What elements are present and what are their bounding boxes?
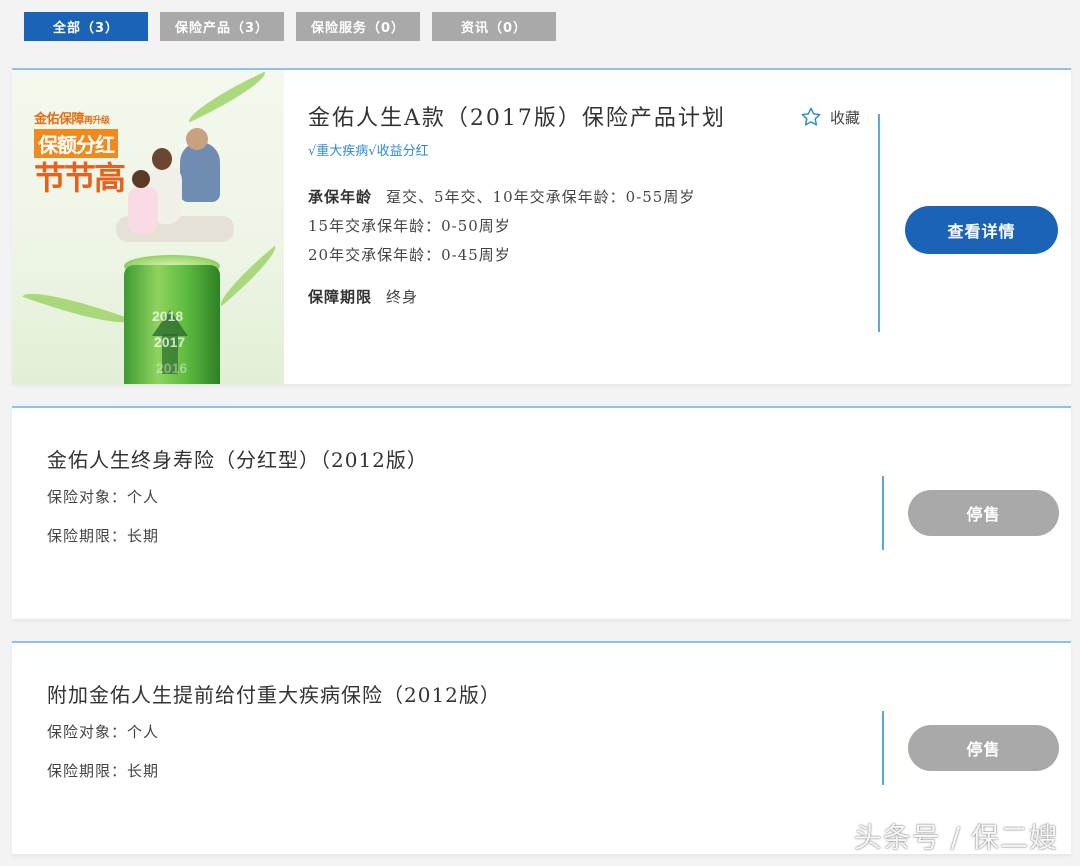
child-head: [132, 170, 150, 188]
discontinued-button[interactable]: 停售: [908, 490, 1059, 536]
father-head: [186, 128, 208, 150]
age-row: 承保年龄 趸交、5年交、10年交承保年龄：0-55周岁: [308, 186, 695, 207]
age-value-2: 15年交承保年龄：0-50周岁: [308, 217, 511, 235]
age-value-1: 趸交、5年交、10年交承保年龄：0-55周岁: [386, 188, 696, 206]
year-label: 2016: [156, 360, 188, 376]
insured-target: 保险对象：个人: [47, 488, 160, 506]
year-label: 2017: [154, 334, 186, 350]
term-value: 终身: [386, 288, 419, 306]
bamboo-leaf-icon: [183, 71, 271, 123]
term-label: 保障期限: [308, 288, 373, 306]
favorite-button[interactable]: 收藏: [800, 106, 860, 128]
product-promo-image[interactable]: 2018 2017 2016 金佑保障再升级 保额分红 节节高: [12, 70, 284, 384]
star-icon: [801, 107, 821, 126]
insured-target: 保险对象：个人: [47, 723, 160, 741]
product-tags: √重大疾病√收益分红: [308, 144, 429, 159]
tab-insurance-services[interactable]: 保险服务（0）: [296, 12, 420, 41]
mother-head: [152, 148, 172, 170]
divider: [878, 114, 880, 332]
discontinued-button[interactable]: 停售: [908, 725, 1059, 771]
insurance-term: 保险期限：长期: [47, 527, 160, 545]
view-details-button[interactable]: 查看详情: [905, 206, 1058, 254]
year-label: 2018: [152, 308, 184, 324]
age-label: 承保年龄: [308, 188, 373, 206]
bamboo-leaf-icon: [213, 245, 283, 307]
divider: [882, 476, 884, 550]
product-card-1: 2018 2017 2016 金佑保障再升级 保额分红 节节高 金佑人生A款（2…: [12, 68, 1071, 384]
age-value-3: 20年交承保年龄：0-45周岁: [308, 246, 511, 264]
favorite-label: 收藏: [830, 108, 861, 127]
tab-news[interactable]: 资讯（0）: [432, 12, 556, 41]
promo-line-2: 保额分红: [34, 129, 118, 158]
tab-all[interactable]: 全部（3）: [24, 12, 148, 41]
insurance-term: 保险期限：长期: [47, 762, 160, 780]
promo-line-3: 节节高: [34, 159, 126, 197]
promo-line-1: 金佑保障再升级: [34, 112, 110, 127]
father-figure: [180, 142, 220, 202]
product-title[interactable]: 金佑人生A款（2017版）保险产品计划: [308, 100, 726, 132]
tab-insurance-products[interactable]: 保险产品（3）: [160, 12, 284, 41]
product-title[interactable]: 金佑人生终身寿险（分红型）（2012版）: [47, 444, 428, 473]
filter-tabs: 全部（3） 保险产品（3） 保险服务（0） 资讯（0）: [24, 12, 556, 41]
promo-slogan: 金佑保障再升级 保额分红 节节高: [34, 108, 126, 197]
divider: [882, 711, 884, 785]
bamboo-leaf-icon: [22, 281, 132, 335]
product-title[interactable]: 附加金佑人生提前给付重大疾病保险（2012版）: [47, 679, 501, 708]
watermark: 头条号 / 保二嫂: [853, 821, 1058, 854]
child-figure: [128, 186, 158, 234]
term-row: 保障期限 终身: [308, 286, 418, 307]
product-card-2: 金佑人生终身寿险（分红型）（2012版） 保险对象：个人 保险期限：长期 停售: [12, 406, 1071, 619]
